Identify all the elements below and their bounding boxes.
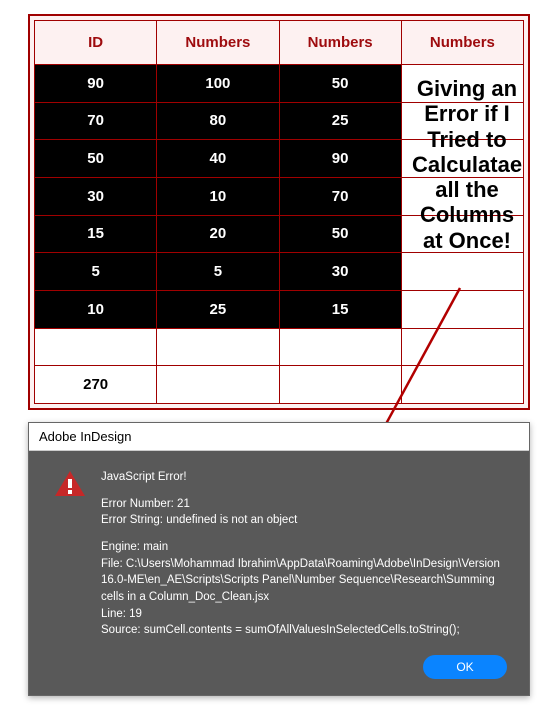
table-row: 9010050 (35, 65, 524, 103)
table-cell: 15 (279, 290, 401, 328)
table-cell: 80 (157, 102, 279, 140)
table-row: 301070 (35, 177, 524, 215)
table-cell: 15 (35, 215, 157, 253)
table-cell (401, 177, 523, 215)
error-content: JavaScript Error! Error Number: 21 Error… (101, 469, 515, 639)
table-cell: 40 (157, 140, 279, 178)
engine-line: Engine: main (101, 539, 515, 556)
table-cell: 30 (279, 253, 401, 291)
error-string-line: Error String: undefined is not an object (101, 512, 515, 529)
table-cell (157, 328, 279, 366)
table-row: 708025 (35, 102, 524, 140)
col-header-numbers-3: Numbers (401, 21, 523, 65)
table-cell: 10 (35, 290, 157, 328)
data-table: ID Numbers Numbers Numbers 9010050708025… (34, 20, 524, 404)
data-table-container: ID Numbers Numbers Numbers 9010050708025… (28, 14, 530, 410)
table-cell: 70 (35, 102, 157, 140)
col-header-numbers-2: Numbers (279, 21, 401, 65)
error-number-line: Error Number: 21 (101, 496, 515, 513)
table-cell: 5 (35, 253, 157, 291)
error-heading: JavaScript Error! (101, 469, 515, 486)
table-cell: 90 (279, 140, 401, 178)
ok-button[interactable]: OK (423, 655, 507, 679)
table-cell (401, 253, 523, 291)
sum-cell: 270 (35, 366, 157, 404)
table-cell: 50 (279, 65, 401, 103)
table-cell: 5 (157, 253, 279, 291)
warning-icon (53, 469, 87, 499)
table-cell (401, 65, 523, 103)
table-cell: 30 (35, 177, 157, 215)
table-cell (279, 366, 401, 404)
col-header-id: ID (35, 21, 157, 65)
table-row: 504090 (35, 140, 524, 178)
table-cell (279, 328, 401, 366)
table-cell (401, 140, 523, 178)
table-cell: 20 (157, 215, 279, 253)
table-cell: 50 (35, 140, 157, 178)
table-cell: 70 (279, 177, 401, 215)
dialog-title: Adobe InDesign (29, 423, 529, 451)
dialog-body: JavaScript Error! Error Number: 21 Error… (29, 451, 529, 695)
line-line: Line: 19 (101, 606, 515, 623)
table-cell: 10 (157, 177, 279, 215)
table-cell: 50 (279, 215, 401, 253)
table-cell (157, 366, 279, 404)
table-cell (35, 328, 157, 366)
table-cell: 25 (157, 290, 279, 328)
table-row-empty (35, 328, 524, 366)
table-cell (401, 290, 523, 328)
table-row-sum: 270 (35, 366, 524, 404)
table-cell (401, 366, 523, 404)
error-dialog: Adobe InDesign JavaScript Error! Error N… (28, 422, 530, 696)
table-cell (401, 102, 523, 140)
table-cell: 100 (157, 65, 279, 103)
col-header-numbers-1: Numbers (157, 21, 279, 65)
table-row: 102515 (35, 290, 524, 328)
file-line: File: C:\Users\Mohammad Ibrahim\AppData\… (101, 556, 515, 606)
table-row: 152050 (35, 215, 524, 253)
source-line: Source: sumCell.contents = sumOfAllValue… (101, 622, 515, 639)
table-cell (401, 328, 523, 366)
table-row: 5530 (35, 253, 524, 291)
table-cell: 90 (35, 65, 157, 103)
table-cell: 25 (279, 102, 401, 140)
table-cell (401, 215, 523, 253)
